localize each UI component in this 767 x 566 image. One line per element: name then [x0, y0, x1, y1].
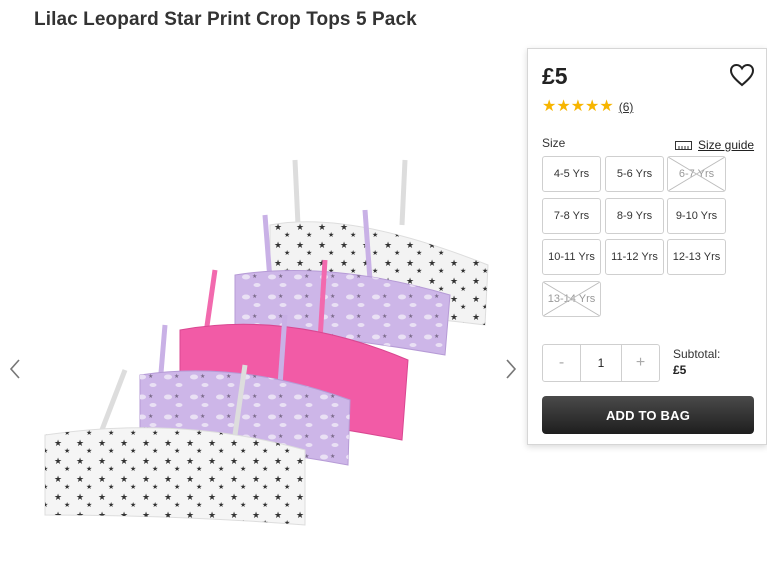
heart-icon[interactable] [729, 63, 755, 87]
purchase-panel: £5 ★ ★ ★ ★ ★ (6) Size Size guide 4-5 Yrs… [527, 48, 767, 445]
size-option-label: 10-11 Yrs [548, 251, 595, 263]
size-option-out-of-stock[interactable]: 6-7 Yrs [667, 156, 726, 192]
quantity-stepper: - 1 + [542, 344, 660, 382]
quantity-increase-button[interactable]: + [622, 345, 659, 381]
size-option[interactable]: 10-11 Yrs [542, 239, 601, 275]
size-option-label: 7-8 Yrs [553, 210, 590, 222]
size-option[interactable]: 7-8 Yrs [542, 198, 601, 234]
size-option-label: 12-13 Yrs [672, 251, 721, 263]
size-option[interactable]: 11-12 Yrs [605, 239, 664, 275]
size-option[interactable]: 8-9 Yrs [605, 198, 664, 234]
product-image: ★ ★ ★ [44, 159, 489, 526]
unavailable-cross-icon [543, 282, 600, 316]
size-option-label: 11-12 Yrs [611, 251, 658, 263]
star-icon: ★ [599, 98, 614, 115]
star-icon: ★ [585, 98, 600, 115]
quantity-value[interactable]: 1 [580, 345, 622, 381]
size-option-label: 8-9 Yrs [616, 210, 653, 222]
size-label: Size [542, 136, 566, 150]
subtotal-label: Subtotal: [673, 347, 721, 361]
product-price: £5 [542, 63, 568, 89]
size-option[interactable]: 5-6 Yrs [605, 156, 664, 192]
unavailable-cross-icon [668, 157, 725, 191]
subtotal-value: £5 [673, 363, 687, 377]
size-option[interactable]: 4-5 Yrs [542, 156, 601, 192]
product-title: Lilac Leopard Star Print Crop Tops 5 Pac… [34, 9, 417, 30]
rating[interactable]: ★ ★ ★ ★ ★ (6) [542, 99, 633, 115]
size-guide-link[interactable]: Size guide [675, 138, 754, 152]
chevron-left-icon[interactable] [7, 358, 23, 380]
product-image-gallery: ★ ★ ★ [0, 130, 527, 560]
size-option-label: 4-5 Yrs [553, 168, 590, 180]
review-count-link[interactable]: (6) [619, 100, 634, 114]
size-option[interactable]: 12-13 Yrs [667, 239, 726, 275]
size-option[interactable]: 9-10 Yrs [667, 198, 726, 234]
star-icon: ★ [570, 98, 586, 115]
add-to-bag-button[interactable]: ADD TO BAG [542, 396, 754, 434]
ruler-icon [675, 140, 692, 150]
star-icon: ★ [542, 98, 557, 115]
size-option-label: 5-6 Yrs [616, 168, 653, 180]
size-option-out-of-stock[interactable]: 13-14 Yrs [542, 281, 601, 317]
size-option-label: 9-10 Yrs [675, 210, 718, 222]
star-icon: ★ [556, 98, 571, 115]
quantity-decrease-button[interactable]: - [543, 345, 580, 381]
size-guide-label: Size guide [698, 138, 755, 152]
